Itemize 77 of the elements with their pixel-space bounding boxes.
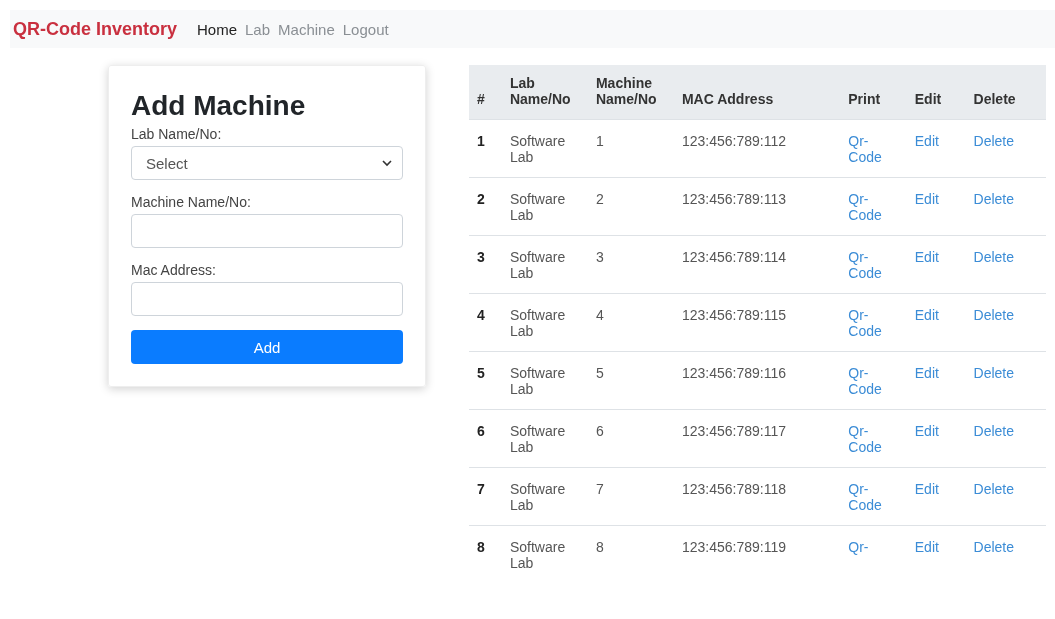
nav-link[interactable]: Home [197,20,238,38]
column-header: MAC Address [673,65,841,120]
edit-link[interactable]: Edit [914,307,939,323]
table-cell: 8 [587,525,674,583]
column-header: Print [840,65,907,120]
table-cell: Software Lab [501,119,588,178]
table-cell: 6 [469,409,502,468]
qr-code-link[interactable]: Qr-Code [848,191,881,223]
delete-link[interactable]: Delete [973,365,1015,381]
input-field[interactable] [131,282,403,316]
form-title: Add Machine [131,90,307,122]
delete-link[interactable]: Delete [973,191,1015,207]
table-cell: 123:456:789:118 [673,467,841,526]
delete-link[interactable]: Delete [973,539,1015,555]
edit-link[interactable]: Edit [914,539,939,555]
field-label: Mac Address: [131,262,217,278]
column-header: Lab Name/No [501,65,588,120]
input-field[interactable] [131,214,403,248]
delete-link[interactable]: Delete [973,481,1015,497]
nav-link[interactable]: Lab [245,20,271,38]
table-cell: 3 [469,235,502,294]
table-cell: 123:456:789:114 [673,235,841,294]
column-header: Edit [906,65,966,120]
lab-select[interactable]: Select [131,146,403,180]
edit-link[interactable]: Edit [914,481,939,497]
column-header: Delete [965,65,1046,120]
table-cell: 2 [469,177,502,236]
column-header: # [469,65,502,120]
table-cell: Software Lab [501,235,588,294]
table-cell: Software Lab [501,351,588,410]
table-cell: Software Lab [501,409,588,468]
chevron-down-icon [382,159,392,167]
table-cell: 8 [469,525,502,583]
table-cell: Software Lab [501,525,588,583]
table-cell: 7 [587,467,674,526]
qr-code-link[interactable]: Qr-Code [848,365,881,397]
table-cell: 1 [587,119,674,178]
table-cell: 2 [587,177,674,236]
table-cell: 3 [587,235,674,294]
delete-link[interactable]: Delete [973,423,1015,439]
brand-title[interactable]: QR-Code Inventory [13,18,177,40]
table-cell: 123:456:789:117 [673,409,841,468]
table-cell: 4 [469,293,502,352]
edit-link[interactable]: Edit [914,133,939,149]
edit-link[interactable]: Edit [914,423,939,439]
table-cell: 123:456:789:113 [673,177,841,236]
table-cell: Software Lab [501,177,588,236]
table-cell: 123:456:789:115 [673,293,841,352]
column-header: Machine Name/No [587,65,674,120]
qr-code-link[interactable]: Qr-Code [848,249,881,281]
qr-code-link[interactable]: Qr- [848,539,881,555]
table-cell: 4 [587,293,674,352]
qr-code-link[interactable]: Qr-Code [848,481,881,513]
field-label: Machine Name/No: [131,194,252,210]
delete-link[interactable]: Delete [973,307,1015,323]
table-cell: Software Lab [501,467,588,526]
delete-link[interactable]: Delete [973,133,1015,149]
table-cell: 5 [587,351,674,410]
table-cell: 5 [469,351,502,410]
table-cell: 1 [469,119,502,178]
edit-link[interactable]: Edit [914,191,939,207]
table-cell: 123:456:789:112 [673,119,841,178]
nav-link[interactable]: Logout [342,20,389,38]
table-cell: 123:456:789:119 [673,525,841,583]
table-cell: Software Lab [501,293,588,352]
delete-link[interactable]: Delete [973,249,1015,265]
table-cell: 7 [469,467,502,526]
qr-code-link[interactable]: Qr-Code [848,133,881,165]
qr-code-link[interactable]: Qr-Code [848,423,881,455]
edit-link[interactable]: Edit [914,365,939,381]
nav-link[interactable]: Machine [278,20,335,38]
qr-code-link[interactable]: Qr-Code [848,307,881,339]
table-cell: 6 [587,409,674,468]
table-cell: 123:456:789:116 [673,351,841,410]
edit-link[interactable]: Edit [914,249,939,265]
add-button[interactable]: Add [131,330,403,364]
field-label: Lab Name/No: [131,126,223,142]
